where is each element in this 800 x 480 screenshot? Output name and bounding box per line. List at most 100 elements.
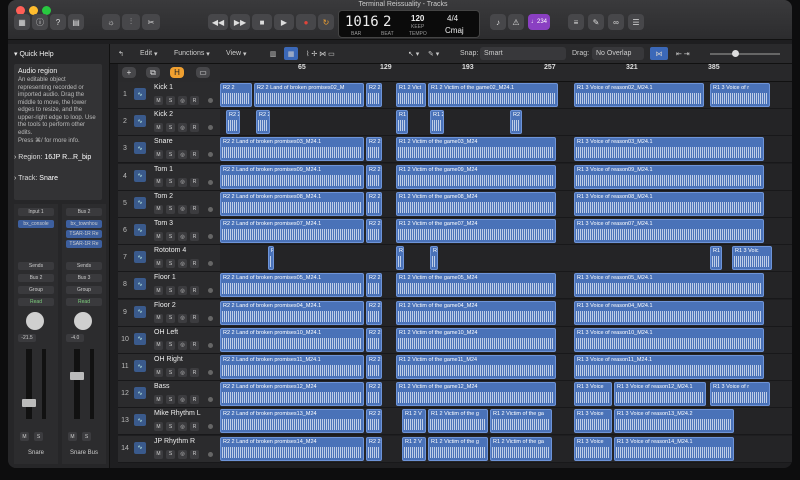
record-button[interactable]: ● (296, 14, 316, 30)
solo-button[interactable]: S (166, 395, 175, 405)
audio-region[interactable]: R2 2 Land of broken promises10_M24.1 (220, 327, 364, 352)
track-lane[interactable]: R2 2 R2 2 Land of broken promises02_M R2 2… (220, 82, 792, 109)
track-lane[interactable]: R2 2 Land of broken promises12_M24 R2 2 R1… (220, 381, 792, 409)
solo-button[interactable]: S (166, 232, 175, 241)
record-enable-button[interactable]: R (190, 96, 199, 105)
solo-button[interactable]: S (166, 123, 175, 133)
track-header[interactable]: 6 ∿ Tom 3 M S ◎ R (118, 218, 220, 245)
track-name[interactable]: Tom 2 (154, 193, 173, 200)
input-monitor-icon[interactable]: ◎ (178, 204, 187, 214)
volume-fader[interactable] (70, 372, 84, 380)
mute-button[interactable]: M (20, 432, 29, 441)
track-lane[interactable]: R2 2 Land of broken promises13_M24 R2 2 R1… (220, 408, 792, 436)
audio-region[interactable]: R1 2 Victim of the g (428, 436, 488, 461)
audio-region[interactable]: R1 2 Victim of the game09_M24 (396, 164, 556, 189)
audio-region[interactable]: R1 2 V (402, 409, 426, 434)
track-header[interactable]: 11 ∿ OH Right M S ◎ R (118, 354, 220, 381)
audio-region[interactable]: R2 2 Land of broken promises12_M24 (220, 382, 364, 407)
track-name[interactable]: Kick 1 (154, 84, 173, 91)
audio-region[interactable]: R2 2 Land of broken promises07_M24.1 (220, 219, 364, 243)
audio-region[interactable]: R2 2 (366, 409, 382, 434)
input-monitor-icon[interactable]: ◎ (178, 286, 187, 296)
audio-region[interactable]: R2 2 (366, 436, 382, 461)
track-header[interactable]: 14 ∿ JP Rhythm R M S ◎ R (118, 435, 220, 463)
track-lane[interactable]: R2 2 Land of broken promises03_M24.1 R2 2… (220, 136, 792, 164)
align-icon[interactable]: ⇤ ⇥ (676, 47, 690, 60)
back-icon[interactable]: ↰ (118, 47, 124, 60)
mute-button[interactable]: M (154, 259, 163, 269)
bar-ruler[interactable]: 65 129 193 257 321 385 (220, 64, 792, 82)
track-inspector-header[interactable]: › Track: Snare (14, 175, 58, 182)
insert-slot-1[interactable]: bx_townhou (66, 220, 102, 228)
solo-button[interactable]: S (166, 449, 175, 459)
track-lane[interactable]: R2 2 Land of broken promises05_M24.1 R2 2… (220, 272, 792, 300)
record-enable-button[interactable]: R (190, 150, 199, 160)
volume-fader[interactable] (22, 399, 36, 407)
mute-button[interactable]: M (154, 449, 163, 459)
record-enable-button[interactable]: R (190, 177, 199, 187)
audio-region[interactable]: R1 2 Victim of the game11_M24 (396, 355, 556, 379)
audio-region[interactable]: R2 2 (366, 300, 382, 325)
group-slot[interactable]: Group (66, 286, 102, 294)
browsers-icon[interactable]: ☰ (628, 14, 644, 30)
add-track-icon[interactable]: + (122, 67, 136, 78)
track-on-indicator[interactable] (208, 261, 213, 267)
audio-region[interactable]: R1 3 Voice of reason09_M24.1 (574, 164, 764, 189)
pan-knob[interactable] (74, 312, 92, 330)
track-header[interactable]: 9 ∿ Floor 2 M S ◎ R (118, 299, 220, 327)
insert-slot-3[interactable]: TSAR-1R Re (66, 240, 102, 248)
smart-controls-icon[interactable]: ☼ (102, 14, 120, 30)
editors-icon[interactable]: ✂ (142, 14, 160, 30)
duplicate-track-icon[interactable]: ⧉ (146, 67, 160, 78)
track-on-indicator[interactable] (208, 451, 213, 457)
audio-region[interactable]: R1 3 Voice of reason03_M24.1 (574, 137, 764, 162)
audio-region[interactable]: R2 2 (366, 273, 382, 298)
audio-region[interactable]: R2 2 Land of broken promises04_M24.1 (220, 300, 364, 325)
audio-region[interactable]: R2 2 Land of broken promises03_M24.1 (220, 137, 364, 162)
track-on-indicator[interactable] (208, 397, 213, 403)
audio-region[interactable]: R1 2 Victim of the ga (490, 436, 552, 461)
catch-icon[interactable]: ▥ (266, 47, 280, 60)
zoom-slider-thumb[interactable] (732, 50, 739, 57)
audio-region[interactable]: R2 2 (366, 382, 382, 407)
track-on-indicator[interactable] (208, 315, 213, 321)
mute-button[interactable]: M (154, 340, 163, 350)
audio-region[interactable]: R1 3 Voice of r (710, 83, 770, 107)
audio-region[interactable]: R2 2 (226, 110, 240, 135)
functions-menu[interactable]: Functions ▾ (174, 47, 210, 60)
input-monitor-icon[interactable]: ◎ (178, 232, 187, 241)
track-header[interactable]: 7 ∿ Rototom 4 M S ◎ R (118, 245, 220, 273)
audio-region[interactable]: R1 2 Victim of the game05_M24 (396, 273, 556, 298)
stop-button[interactable]: ■ (252, 14, 272, 30)
edit-menu[interactable]: Edit ▾ (140, 47, 158, 60)
waveform-zoom-icon[interactable]: ⋈ (650, 47, 668, 60)
secondary-tool-menu[interactable]: ✎ ▾ (428, 47, 439, 60)
audio-region[interactable]: R1 3 Voice of r (710, 382, 770, 407)
audio-region[interactable]: R1 2 Victim of the game02_M24.1 (428, 83, 558, 107)
audio-region[interactable]: R1 2 Victim of the game03_M24 (396, 137, 556, 162)
track-name[interactable]: Snare (154, 138, 173, 145)
record-enable-button[interactable]: R (190, 232, 199, 241)
insert-slot-2[interactable]: TSAR-1R Re (66, 230, 102, 238)
mixer-icon[interactable]: ⫶ (122, 14, 140, 30)
solo-button[interactable]: S (166, 313, 175, 323)
track-on-indicator[interactable] (208, 342, 213, 348)
list-editors-icon[interactable]: ≡ (568, 14, 584, 30)
track-lane[interactable]: R2 2 Land of broken promises09_M24.1 R2 2… (220, 163, 792, 191)
loop-browser-icon[interactable]: ∞ (608, 14, 624, 30)
solo-button[interactable]: S (166, 96, 175, 105)
track-on-indicator[interactable] (208, 370, 213, 375)
track-header[interactable]: 13 ∿ Mike Rhythm L M S ◎ R (118, 408, 220, 436)
audio-region[interactable]: R2 2 (510, 110, 522, 135)
mute-button[interactable]: M (154, 96, 163, 105)
view-menu[interactable]: View ▾ (226, 47, 247, 60)
input-monitor-icon[interactable]: ◎ (178, 422, 187, 432)
audio-region[interactable]: R1 3 Voice of reason07_M24.1 (574, 219, 764, 243)
track-header[interactable]: 3 ∿ Snare M S ◎ R (118, 136, 220, 164)
audio-region[interactable]: R2 2 (366, 83, 382, 107)
mute-button[interactable]: M (154, 123, 163, 133)
track-lane[interactable]: R2 2 R1 2 R1 2 R1 3 R1 3 Voic (220, 245, 792, 273)
track-name[interactable]: Tom 3 (154, 220, 173, 227)
tuner-icon[interactable]: ♪ (490, 14, 506, 30)
audio-region[interactable]: R1 2 Vict (396, 83, 426, 107)
